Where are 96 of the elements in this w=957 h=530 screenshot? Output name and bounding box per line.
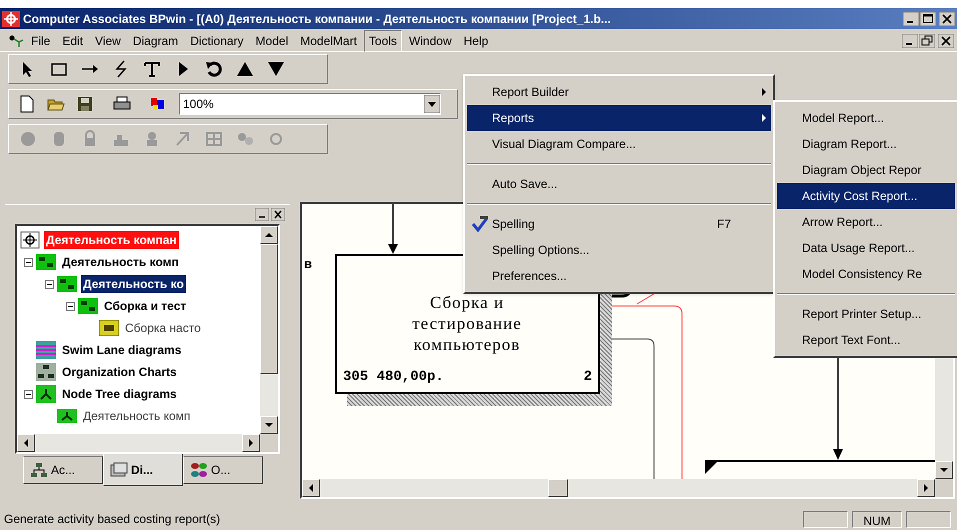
menu-item[interactable]: Edit — [57, 30, 88, 52]
minimize-button[interactable] — [902, 34, 918, 48]
scroll-right-button[interactable] — [917, 479, 935, 497]
num-lock-indicator: NUM — [852, 510, 902, 528]
undo-icon[interactable] — [205, 60, 223, 78]
menu-item[interactable]: Activity Cost Report... — [777, 183, 955, 209]
diagram-icon — [57, 276, 77, 292]
activity-icon — [99, 320, 119, 336]
tree-item[interactable]: Сборка насто — [123, 319, 203, 337]
scroll-thumb[interactable] — [548, 479, 568, 497]
org-chart-icon — [36, 363, 56, 381]
expand-toggle[interactable] — [24, 390, 33, 398]
scroll-up-button[interactable] — [260, 226, 278, 244]
menu-item[interactable]: Report Builder — [467, 79, 771, 105]
menu-item[interactable]: Spelling F7 — [467, 211, 771, 237]
tab[interactable]: Ac... — [23, 456, 103, 484]
status-panel — [803, 510, 848, 528]
expand-toggle[interactable] — [24, 258, 33, 266]
menu-item[interactable]: Dictionary — [185, 30, 249, 52]
node-tree-icon — [36, 385, 56, 403]
expand-toggle[interactable] — [45, 280, 54, 288]
scroll-down-button[interactable] — [260, 416, 278, 434]
crosshair-icon — [20, 231, 40, 249]
window-title: Computer Associates BPwin - [(A0) Деятельность компании - Деятельность компании [Project_1.b... — [23, 10, 611, 28]
menu-item[interactable]: Spelling Options... — [467, 237, 771, 263]
activity-cost: 305 480,00р. — [343, 368, 444, 387]
menu-item[interactable]: Diagram Object Repor — [777, 157, 955, 183]
app-logo-icon — [2, 10, 20, 26]
tree-item[interactable]: Сборка и тест — [102, 297, 188, 315]
dropdown-arrow-icon[interactable] — [424, 95, 440, 113]
menu-item[interactable]: Diagram Report... — [777, 131, 955, 157]
diagram-stack-icon — [110, 462, 128, 478]
scroll-left-button[interactable] — [17, 434, 35, 452]
menu-item[interactable]: File — [26, 30, 56, 52]
save-icon[interactable] — [77, 96, 93, 112]
menu-item[interactable]: Tools — [364, 30, 402, 52]
print-icon[interactable] — [113, 96, 131, 112]
restore-button[interactable] — [919, 34, 935, 48]
text-tool-icon[interactable] — [143, 60, 161, 78]
menu-item[interactable]: Visual Diagram Compare... — [467, 131, 771, 157]
tree-item[interactable]: Swim Lane diagrams — [60, 341, 184, 359]
tree-item[interactable]: Organization Charts — [60, 363, 179, 381]
scrollbar-corner — [935, 479, 953, 497]
node-tree-icon — [57, 409, 77, 423]
scrollbar-corner — [260, 434, 278, 452]
menu-item[interactable]: View — [90, 30, 126, 52]
menu-item[interactable]: Reports — [467, 105, 771, 131]
tree-item[interactable]: Деятельность комп — [60, 253, 181, 271]
diagram-icon — [36, 254, 56, 270]
close-button[interactable] — [939, 12, 955, 26]
maximize-button[interactable] — [920, 12, 936, 26]
status-panel — [906, 510, 951, 528]
swim-lane-icon — [36, 341, 56, 359]
objects-icon — [190, 462, 208, 478]
menu-item[interactable]: Model — [250, 30, 294, 52]
tree-item[interactable]: Деятельность ко — [81, 275, 186, 293]
spell-check-icon — [470, 216, 488, 232]
menu-item[interactable]: Data Usage Report... — [777, 235, 955, 261]
menu-item[interactable]: Window — [404, 30, 457, 52]
menu-item[interactable]: Report Text Font... — [777, 327, 955, 353]
tree-item[interactable]: Node Tree diagrams — [60, 385, 179, 403]
close-button[interactable] — [271, 208, 285, 221]
menu-item[interactable]: ModelMart — [295, 30, 362, 52]
menu-item[interactable]: Arrow Report... — [777, 209, 955, 235]
expand-toggle[interactable] — [66, 302, 75, 310]
color-palette-icon[interactable] — [149, 96, 167, 112]
hierarchy-icon — [30, 462, 48, 478]
scroll-thumb[interactable] — [260, 244, 278, 374]
menu-item[interactable]: Model Report... — [777, 105, 955, 131]
activity-number: 2 — [584, 368, 592, 387]
restore-button[interactable] — [255, 208, 269, 221]
menu-item[interactable]: Auto Save... — [467, 171, 771, 197]
menu-item[interactable]: Model Consistency Re — [777, 261, 955, 287]
scroll-left-button[interactable] — [302, 479, 320, 497]
tree-item[interactable]: Деятельность компан — [44, 231, 179, 249]
tab[interactable]: Di... — [103, 454, 183, 486]
scroll-down-button[interactable] — [935, 461, 953, 479]
vertical-scrollbar[interactable] — [260, 226, 278, 434]
menu-item[interactable]: Preferences... — [467, 263, 771, 289]
document-icon — [8, 34, 24, 48]
arrow-label: в — [304, 255, 312, 273]
new-document-icon[interactable] — [19, 95, 35, 113]
status-message: Generate activity based costing report(s) — [4, 511, 222, 528]
minimize-button[interactable] — [903, 12, 919, 26]
menu-item[interactable]: Report Printer Setup... — [777, 301, 955, 327]
zoom-combo[interactable]: 100% — [179, 93, 441, 115]
menu-item[interactable]: Help — [458, 30, 494, 52]
menu-item[interactable]: Diagram — [128, 30, 184, 52]
activity-name: Сборка и тестирование компьютеров — [411, 292, 523, 355]
diagram-icon — [78, 298, 98, 314]
tree-item[interactable]: Деятельность комп — [81, 407, 192, 425]
close-button[interactable] — [938, 34, 954, 48]
triangle-up-icon[interactable] — [236, 60, 254, 78]
triangle-down-icon[interactable] — [267, 60, 285, 78]
tab[interactable]: O... — [183, 456, 263, 484]
scroll-right-button[interactable] — [242, 434, 260, 452]
